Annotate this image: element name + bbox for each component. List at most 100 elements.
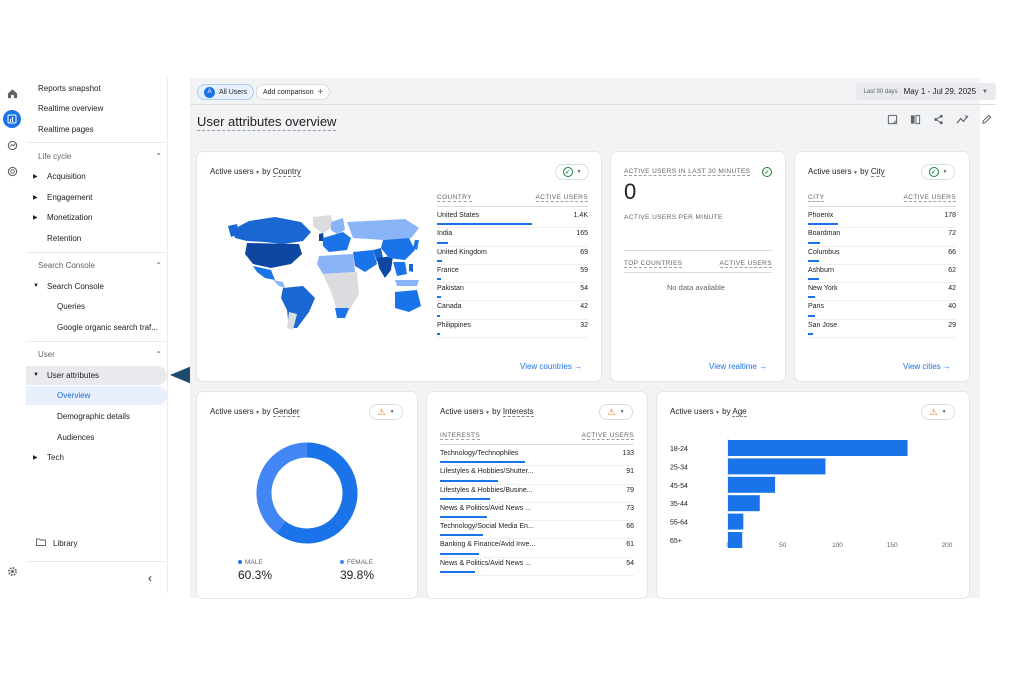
settings-icon[interactable] xyxy=(3,562,21,580)
status-ok-button[interactable]: ✓ xyxy=(759,164,775,180)
dimension-selector[interactable]: Gender xyxy=(272,407,300,417)
table-row[interactable]: News & Politics/Avid News ... 54 xyxy=(440,558,634,577)
table-row[interactable]: Banking & Finance/Avid Inve... 61 xyxy=(440,539,634,558)
column-header[interactable]: COUNTRY xyxy=(437,194,472,202)
view-realtime-link[interactable]: View realtime → xyxy=(709,362,767,371)
nav-reports-snapshot[interactable]: Reports snapshot xyxy=(38,84,101,93)
metric-selector[interactable]: Active users xyxy=(210,167,254,176)
nav-retention[interactable]: Retention xyxy=(47,234,81,243)
table-row[interactable]: Pakistan 54 xyxy=(437,283,588,302)
table-row[interactable]: Technology/Social Media En... 66 xyxy=(440,521,634,540)
table-row[interactable]: News & Politics/Avid News ... 73 xyxy=(440,503,634,522)
link-label: View realtime xyxy=(709,362,757,371)
realtime-value: 0 xyxy=(624,179,637,204)
nav-overview[interactable]: Overview xyxy=(57,391,90,400)
column-header[interactable]: ACTIVE USERS xyxy=(719,260,772,268)
age-category-label: 55-64 xyxy=(670,520,688,527)
table-row[interactable]: Lifestyles & Hobbies/Shutter... 91 xyxy=(440,466,634,485)
nav-google-organic-search[interactable]: Google organic search traf... xyxy=(57,323,158,332)
explore-icon[interactable] xyxy=(3,136,21,154)
view-cities-link[interactable]: View cities → xyxy=(903,362,951,371)
table-row[interactable]: Paris 40 xyxy=(808,301,956,320)
table-row[interactable]: United States 1.4K xyxy=(437,210,588,229)
pencil-icon[interactable] xyxy=(981,114,992,128)
dimension-selector[interactable]: Country xyxy=(272,167,301,177)
column-header[interactable]: ACTIVE USERS xyxy=(903,194,956,202)
nav-audiences[interactable]: Audiences xyxy=(57,433,94,442)
row-bar xyxy=(808,223,838,226)
table-row[interactable]: New York 42 xyxy=(808,283,956,302)
column-header[interactable]: ACTIVE USERS xyxy=(581,432,634,440)
dimension-selector[interactable]: City xyxy=(870,167,885,177)
table-row[interactable]: Technology/Technophiles 133 xyxy=(440,448,634,467)
edit-comparison-icon[interactable] xyxy=(887,114,898,128)
table-row[interactable]: Columbus 66 xyxy=(808,247,956,265)
date-range-picker[interactable]: Last 90 days May 1 - Jul 29, 2025 ▼ xyxy=(855,83,996,100)
compare-columns-icon[interactable] xyxy=(910,114,921,128)
card-title: Active users ▼ by Country xyxy=(210,167,301,177)
nav-realtime-overview[interactable]: Realtime overview xyxy=(38,104,103,113)
table-row[interactable]: Philippines 32 xyxy=(437,320,588,339)
nav-engagement[interactable]: Engagement xyxy=(47,193,92,202)
column-header[interactable]: INTERESTS xyxy=(440,432,481,440)
table-row[interactable]: India 165 xyxy=(437,228,588,247)
metric-selector[interactable]: Active users xyxy=(210,407,254,416)
card-active-users-by-interests: Active users ▼ by Interests ⚠ ▼ INTERESTS… xyxy=(427,392,647,598)
metric-selector[interactable]: Active users xyxy=(440,407,484,416)
table-row[interactable]: Ashburn 62 xyxy=(808,265,956,284)
warning-button[interactable]: ⚠ ▼ xyxy=(369,404,403,420)
age-bar[interactable] xyxy=(728,440,908,456)
table-row[interactable]: San Jose 29 xyxy=(808,320,956,339)
insights-icon[interactable] xyxy=(956,114,969,128)
table-row[interactable]: Canada 42 xyxy=(437,301,588,320)
home-icon[interactable] xyxy=(3,84,21,102)
age-bar[interactable] xyxy=(728,476,776,493)
metric-selector[interactable]: Active users xyxy=(670,407,714,416)
dropdown-arrow-icon: ▼ xyxy=(619,409,625,415)
comparison-chip-all-users[interactable]: A All Users xyxy=(197,84,255,100)
age-bar[interactable] xyxy=(728,458,826,475)
chevron-left-icon[interactable]: ‹ xyxy=(148,571,152,585)
nav-user-attributes[interactable]: User attributes xyxy=(47,371,99,380)
legend-dot xyxy=(340,560,344,564)
share-icon[interactable] xyxy=(933,114,944,128)
row-bar xyxy=(437,296,441,299)
column-header[interactable]: ACTIVE USERS xyxy=(535,194,588,202)
column-header[interactable]: TOP COUNTRIES xyxy=(624,260,683,268)
table-row[interactable]: Phoenix 178 xyxy=(808,210,956,229)
nav-acquisition[interactable]: Acquisition xyxy=(47,172,86,181)
status-ok-button[interactable]: ✓ ▼ xyxy=(555,164,589,180)
section-lifecycle[interactable]: Life cycle ⌃ xyxy=(38,152,162,161)
warning-button[interactable]: ⚠ ▼ xyxy=(921,404,955,420)
table-row[interactable]: Lifestyles & Hobbies/Busine... 79 xyxy=(440,485,634,503)
nav-library[interactable]: Library xyxy=(53,539,77,548)
row-bar xyxy=(437,223,532,226)
reports-icon[interactable] xyxy=(3,110,21,128)
table-row[interactable]: United Kingdom 69 xyxy=(437,247,588,265)
nav-monetization[interactable]: Monetization xyxy=(47,213,92,222)
table-row[interactable]: Boardman 72 xyxy=(808,228,956,247)
warning-button[interactable]: ⚠ ▼ xyxy=(599,404,633,420)
header-divider xyxy=(190,104,996,105)
advertising-icon[interactable] xyxy=(3,162,21,180)
nav-queries[interactable]: Queries xyxy=(57,302,85,311)
age-bar[interactable] xyxy=(728,495,760,512)
status-ok-button[interactable]: ✓ ▼ xyxy=(921,164,955,180)
section-search-console[interactable]: Search Console ⌃ xyxy=(38,261,162,270)
table-body: Technology/Technophiles 133 Lifestyles & H… xyxy=(440,448,634,577)
nav-realtime-pages[interactable]: Realtime pages xyxy=(38,125,94,134)
add-comparison-button[interactable]: Add comparison + xyxy=(256,84,331,100)
table-row[interactable]: France 59 xyxy=(437,265,588,284)
age-bar[interactable] xyxy=(728,513,744,530)
map-usa xyxy=(245,243,302,268)
dimension-selector[interactable]: Age xyxy=(732,407,747,417)
dimension-selector[interactable]: Interests xyxy=(502,407,534,417)
column-header[interactable]: CITY xyxy=(808,194,825,202)
nav-demographic-details[interactable]: Demographic details xyxy=(57,412,130,421)
view-countries-link[interactable]: View countries → xyxy=(520,362,582,371)
metric-selector[interactable]: Active users xyxy=(808,167,852,176)
nav-search-console[interactable]: Search Console xyxy=(47,282,104,291)
nav-tech[interactable]: Tech xyxy=(47,453,64,462)
section-user[interactable]: User ⌃ xyxy=(38,350,162,359)
age-bar[interactable] xyxy=(728,532,743,548)
